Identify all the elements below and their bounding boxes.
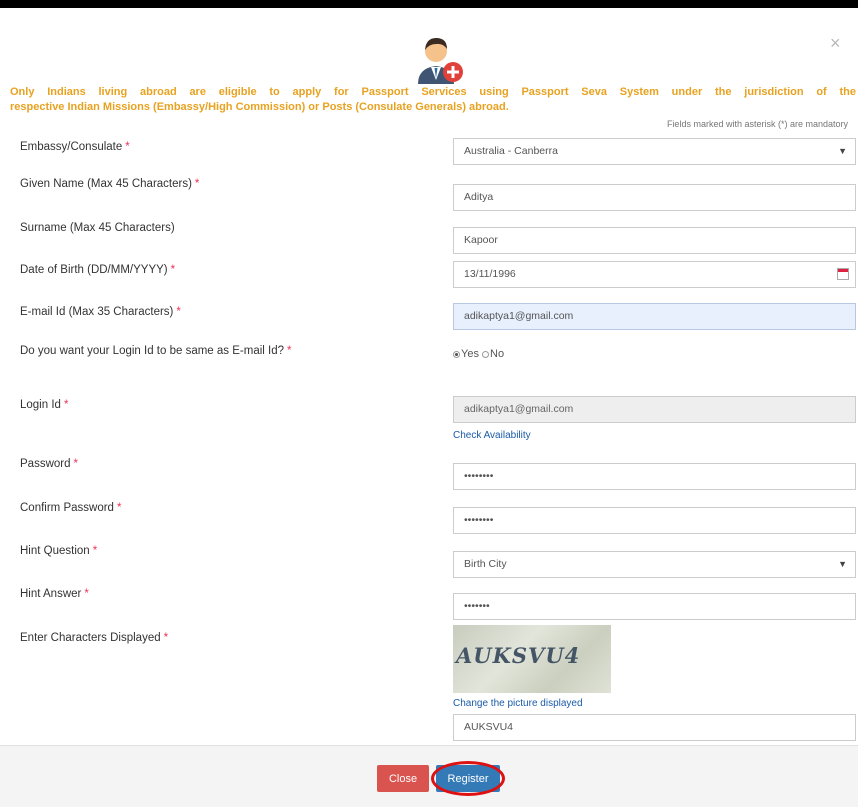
- surname-label: Surname (Max 45 Characters): [20, 222, 175, 234]
- captcha-image-text: AUKSVU4: [456, 643, 581, 668]
- dob-input[interactable]: 13/11/1996: [453, 261, 856, 288]
- embassy-label: Embassy/Consulate *: [20, 141, 130, 153]
- eligibility-notice: Only Indians living abroad are eligible …: [10, 85, 856, 115]
- close-button[interactable]: Close: [377, 765, 429, 792]
- check-availability-link[interactable]: Check Availability: [453, 430, 531, 441]
- dob-value: 13/11/1996: [464, 268, 516, 280]
- surname-input[interactable]: Kapoor: [453, 227, 856, 254]
- login-id-label: Login Id *: [20, 399, 69, 411]
- given-name-label: Given Name (Max 45 Characters) *: [20, 178, 200, 190]
- change-picture-link[interactable]: Change the picture displayed: [453, 698, 583, 709]
- captcha-label: Enter Characters Displayed *: [20, 632, 169, 644]
- embassy-value: Australia - Canberra: [464, 145, 558, 157]
- radio-yes-label[interactable]: Yes: [461, 348, 479, 360]
- login-same-radio-group: Yes No: [453, 348, 504, 360]
- radio-yes-dot[interactable]: [453, 350, 460, 358]
- confirm-password-label: Confirm Password *: [20, 502, 122, 514]
- hint-question-value: Birth City: [464, 558, 507, 570]
- login-id-input: adikaptya1@gmail.com: [453, 396, 856, 423]
- user-add-icon: [418, 38, 463, 84]
- modal-footer: Close Register: [0, 745, 858, 807]
- captcha-input[interactable]: AUKSVU4: [453, 714, 856, 741]
- notice-line-1: Only Indians living abroad are eligible …: [10, 86, 856, 98]
- hint-answer-input[interactable]: •••••••: [453, 593, 856, 620]
- hint-answer-label: Hint Answer *: [20, 588, 89, 600]
- chevron-down-icon: ▼: [838, 559, 847, 569]
- radio-no-label[interactable]: No: [490, 348, 504, 360]
- close-icon[interactable]: ×: [830, 34, 841, 52]
- dob-label: Date of Birth (DD/MM/YYYY) *: [20, 264, 176, 276]
- radio-yes[interactable]: Yes: [453, 348, 479, 360]
- password-label: Password *: [20, 458, 78, 470]
- captcha-image: AUKSVU4: [453, 625, 611, 693]
- hint-question-select[interactable]: Birth City ▼: [453, 551, 856, 578]
- embassy-select[interactable]: Australia - Canberra ▼: [453, 138, 856, 165]
- register-button[interactable]: Register: [436, 765, 500, 792]
- chevron-down-icon: ▼: [838, 146, 847, 156]
- calendar-icon[interactable]: [837, 268, 849, 280]
- login-same-label: Do you want your Login Id to be same as …: [20, 345, 292, 357]
- confirm-password-input[interactable]: ••••••••: [453, 507, 856, 534]
- registration-modal: × Only Indians living abroad are eligibl…: [0, 8, 858, 807]
- mandatory-note: Fields marked with asterisk (*) are mand…: [666, 119, 848, 129]
- given-name-input[interactable]: Aditya: [453, 184, 856, 211]
- radio-no-dot[interactable]: [482, 350, 490, 358]
- radio-no[interactable]: No: [482, 348, 504, 360]
- email-input[interactable]: adikaptya1@gmail.com: [453, 303, 856, 330]
- hint-question-label: Hint Question *: [20, 545, 98, 557]
- password-input[interactable]: ••••••••: [453, 463, 856, 490]
- email-label: E-mail Id (Max 35 Characters) *: [20, 306, 181, 318]
- notice-line-2: respective Indian Missions (Embassy/High…: [10, 101, 509, 113]
